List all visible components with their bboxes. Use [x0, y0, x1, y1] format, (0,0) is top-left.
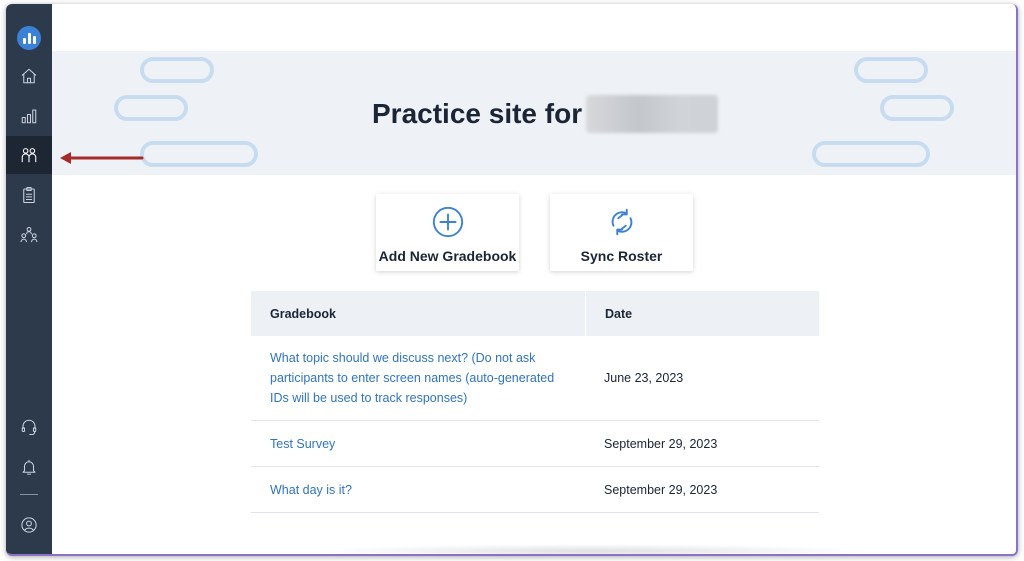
gradebook-date: June 23, 2023 — [604, 371, 684, 385]
sidebar-item-home[interactable] — [6, 57, 52, 95]
people-icon — [21, 148, 37, 163]
gradebook-link[interactable]: What day is it? — [251, 480, 585, 500]
team-icon — [20, 226, 38, 243]
plus-circle-icon — [432, 206, 463, 238]
sidebar-divider — [20, 494, 38, 495]
redacted-site-name — [586, 95, 719, 133]
sidebar-item-support[interactable] — [6, 408, 52, 446]
user-circle-icon — [21, 517, 37, 533]
decorative-pill — [812, 141, 930, 167]
page-title: Practice site for — [372, 94, 719, 134]
decorative-pill — [880, 95, 954, 121]
decorative-pill — [140, 57, 214, 83]
sidebar-item-reports[interactable] — [6, 97, 52, 135]
main-content: Practice site for Add New Gradebook Sync… — [52, 4, 1016, 554]
sidebar — [6, 4, 52, 554]
decorative-pill — [114, 95, 188, 121]
sidebar-item-groups[interactable] — [6, 216, 52, 254]
gradebook-date: September 29, 2023 — [604, 436, 718, 451]
sync-roster-label: Sync Roster — [580, 248, 663, 264]
clipboard-icon — [23, 186, 35, 204]
headset-icon — [21, 419, 37, 436]
bar-chart-icon — [21, 109, 37, 124]
home-icon — [21, 68, 37, 84]
sidebar-item-account[interactable] — [6, 506, 52, 544]
annotation-arrow-icon — [60, 152, 144, 164]
app-logo-icon[interactable] — [17, 26, 41, 50]
gradebook-link[interactable]: What topic should we discuss next? (Do n… — [251, 348, 585, 408]
bell-icon — [22, 459, 36, 475]
page-title-text: Practice site for — [372, 98, 583, 129]
table-row: Test Survey September 29, 2023 — [251, 421, 819, 467]
table-row: What topic should we discuss next? (Do n… — [251, 336, 819, 421]
add-gradebook-button[interactable]: Add New Gradebook — [376, 194, 519, 271]
sidebar-item-participants[interactable] — [6, 136, 52, 174]
sidebar-item-notifications[interactable] — [6, 448, 52, 486]
sync-roster-button[interactable]: Sync Roster — [550, 194, 693, 271]
column-header-date: Date — [585, 291, 819, 336]
table-row: What day is it? September 29, 2023 — [251, 467, 819, 513]
app-window: Practice site for Add New Gradebook Sync… — [6, 4, 1018, 556]
table-header: Gradebook Date — [251, 291, 819, 336]
decorative-pill — [854, 57, 928, 83]
bottom-shadow — [312, 544, 872, 554]
sidebar-item-assignments[interactable] — [6, 176, 52, 214]
gradebook-date: September 29, 2023 — [604, 482, 718, 497]
decorative-pill — [140, 141, 258, 167]
gradebook-table: Gradebook Date What topic should we disc… — [251, 291, 819, 513]
column-header-gradebook: Gradebook — [270, 306, 336, 321]
sync-icon — [611, 208, 632, 236]
gradebook-link[interactable]: Test Survey — [251, 434, 585, 454]
add-gradebook-label: Add New Gradebook — [378, 248, 517, 264]
